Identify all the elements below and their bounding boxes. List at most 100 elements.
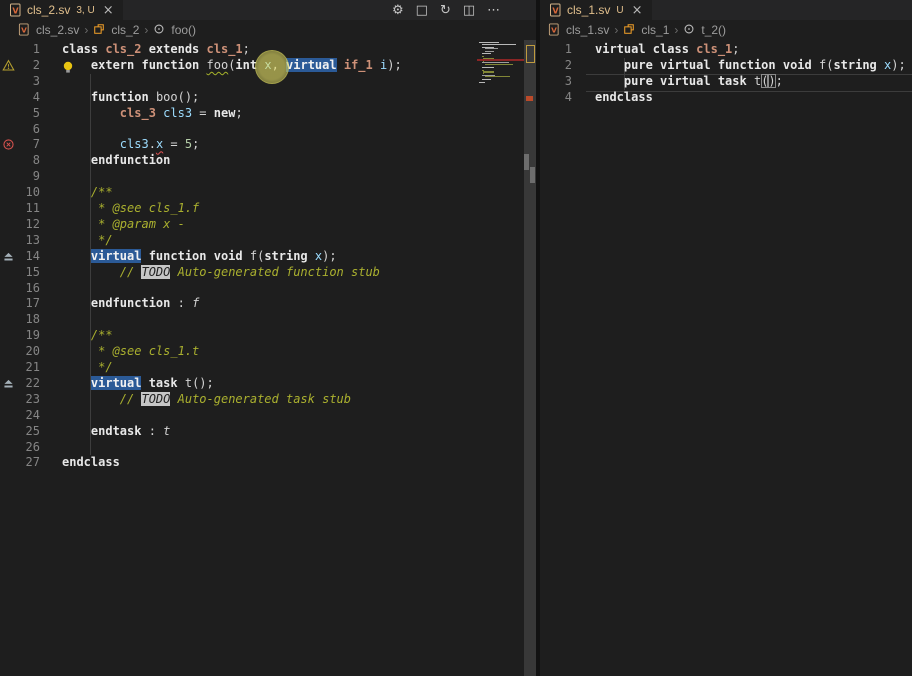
code-line[interactable]: 18 bbox=[0, 312, 536, 328]
breadcrumb-file[interactable]: cls_1.sv bbox=[566, 23, 609, 37]
left-code-editor[interactable]: 1class cls_2 extends cls_1;2 extern func… bbox=[0, 40, 536, 676]
code-line[interactable]: 11 * @see cls_1.f bbox=[0, 201, 536, 217]
code-line[interactable]: 19 /** bbox=[0, 328, 536, 344]
code-token: ) bbox=[768, 74, 775, 88]
line-number: 26 bbox=[0, 440, 40, 456]
code-token bbox=[62, 249, 91, 263]
breadcrumb-member[interactable]: foo() bbox=[171, 23, 196, 37]
code-token bbox=[62, 328, 91, 342]
code-token: cls_2 bbox=[105, 42, 141, 56]
code-line[interactable]: 7 cls3.x = 5; bbox=[0, 137, 536, 153]
code-token: string bbox=[264, 249, 307, 263]
code-token: virtual class bbox=[595, 42, 696, 56]
code-token: cls_1 bbox=[207, 42, 243, 56]
code-line[interactable]: 4endclass bbox=[540, 90, 912, 106]
code-token: cls_1 bbox=[696, 42, 732, 56]
code-line[interactable]: 3 bbox=[0, 74, 536, 90]
code-token: ; bbox=[776, 74, 783, 88]
code-line[interactable]: 2 extern function foo(int x, virtual if_… bbox=[0, 58, 536, 74]
more-actions-icon[interactable]: ⋯ bbox=[487, 3, 500, 18]
code-text: cls3.x = 5; bbox=[62, 137, 199, 153]
code-line[interactable]: 12 * @param x - bbox=[0, 217, 536, 233]
code-line[interactable]: 10 /** bbox=[0, 185, 536, 201]
code-line[interactable]: 3 pure virtual task t(); bbox=[540, 74, 912, 90]
code-line[interactable]: 25 endtask : t bbox=[0, 424, 536, 440]
class-symbol-icon bbox=[93, 23, 106, 37]
code-line[interactable]: 17 endfunction : f bbox=[0, 296, 536, 312]
code-token: ; bbox=[732, 42, 739, 56]
settings-gear-icon[interactable]: ⚙ bbox=[392, 3, 404, 18]
tab-label: cls_2.sv bbox=[27, 3, 70, 17]
code-line[interactable]: 9 bbox=[0, 169, 536, 185]
code-line[interactable]: 26 bbox=[0, 440, 536, 456]
tab-cls-1-sv[interactable]: V cls_1.sv U × bbox=[540, 0, 652, 20]
line-number: 13 bbox=[0, 233, 40, 249]
code-line[interactable]: 13 */ bbox=[0, 233, 536, 249]
code-token: cls3 bbox=[163, 106, 192, 120]
code-line[interactable]: 14 virtual function void f(string x); bbox=[0, 249, 536, 265]
code-token: : bbox=[170, 296, 192, 310]
sv-file-icon: V bbox=[549, 3, 562, 17]
code-token: = bbox=[192, 106, 214, 120]
line-number: 2 bbox=[0, 58, 40, 74]
code-token: foo bbox=[207, 58, 229, 72]
line-number: 1 bbox=[540, 42, 572, 58]
code-line[interactable]: 16 bbox=[0, 281, 536, 297]
sync-icon[interactable]: ↻ bbox=[440, 3, 451, 18]
line-number: 14 bbox=[0, 249, 40, 265]
tab-cls-2-sv[interactable]: V cls_2.sv 3, U × bbox=[0, 0, 123, 20]
split-editor-icon[interactable]: ◫ bbox=[463, 3, 475, 18]
code-text: /** bbox=[62, 185, 113, 201]
line-number: 24 bbox=[0, 408, 40, 424]
code-token bbox=[62, 185, 91, 199]
method-symbol-icon bbox=[683, 23, 696, 37]
line-number: 8 bbox=[0, 153, 40, 169]
breadcrumb-file[interactable]: cls_2.sv bbox=[36, 23, 79, 37]
svg-text:V: V bbox=[12, 7, 19, 16]
code-line[interactable]: 8 endfunction bbox=[0, 153, 536, 169]
code-line[interactable]: 20 * @see cls_1.t bbox=[0, 344, 536, 360]
code-line[interactable]: 2 pure virtual function void f(string x)… bbox=[540, 58, 912, 74]
code-token: endclass bbox=[595, 90, 653, 104]
breadcrumb: V cls_2.sv › cls_2 › foo() bbox=[0, 20, 536, 40]
tab-label: cls_1.sv bbox=[567, 3, 610, 17]
code-line[interactable]: 1 virtual class cls_1; bbox=[540, 42, 912, 58]
method-symbol-icon bbox=[153, 23, 166, 37]
code-line[interactable]: 22 virtual task t(); bbox=[0, 376, 536, 392]
code-token: pure virtual function void bbox=[624, 58, 819, 72]
code-line[interactable]: 5 cls_3 cls3 = new; bbox=[0, 106, 536, 122]
code-line[interactable]: 27endclass bbox=[0, 455, 536, 471]
breadcrumb: V cls_1.sv › cls_1 › t_2() bbox=[540, 20, 912, 40]
code-line[interactable]: 1class cls_2 extends cls_1; bbox=[0, 42, 536, 58]
right-code-editor[interactable]: 1virtual class cls_1;2 pure virtual func… bbox=[540, 40, 912, 676]
stop-square-icon[interactable]: □ bbox=[416, 3, 428, 18]
close-icon[interactable]: × bbox=[632, 4, 643, 17]
tab-status-badge: U bbox=[616, 5, 623, 16]
code-token: pure virtual task bbox=[624, 74, 754, 88]
svg-text:V: V bbox=[21, 26, 27, 35]
code-line[interactable]: 21 */ bbox=[0, 360, 536, 376]
code-text: endfunction : f bbox=[62, 296, 199, 312]
close-icon[interactable]: × bbox=[103, 4, 114, 17]
code-token: : bbox=[141, 424, 163, 438]
code-text: class cls_2 extends cls_1; bbox=[62, 42, 250, 58]
breadcrumb-member[interactable]: t_2() bbox=[701, 23, 726, 37]
tab-status-badge: 3, U bbox=[76, 5, 94, 16]
code-token: f bbox=[192, 296, 199, 310]
code-line[interactable]: 24 bbox=[0, 408, 536, 424]
code-line[interactable]: 15 // TODO Auto-generated function stub bbox=[0, 265, 536, 281]
line-number: 10 bbox=[0, 185, 40, 201]
line-number: 3 bbox=[540, 74, 572, 90]
code-token: x bbox=[264, 58, 271, 72]
code-line[interactable]: 23 // TODO Auto-generated task stub bbox=[0, 392, 536, 408]
class-symbol-icon bbox=[623, 23, 636, 37]
code-text: */ bbox=[62, 233, 113, 249]
code-line[interactable]: 4 function boo(); bbox=[0, 90, 536, 106]
code-line[interactable]: 6 bbox=[0, 122, 536, 138]
breadcrumb-class[interactable]: cls_1 bbox=[641, 23, 669, 37]
code-token: TODO bbox=[141, 265, 170, 279]
code-token: boo(); bbox=[156, 90, 199, 104]
code-text: pure virtual function void f(string x); bbox=[595, 58, 906, 74]
breadcrumb-class[interactable]: cls_2 bbox=[111, 23, 139, 37]
code-token: endclass bbox=[62, 455, 120, 469]
